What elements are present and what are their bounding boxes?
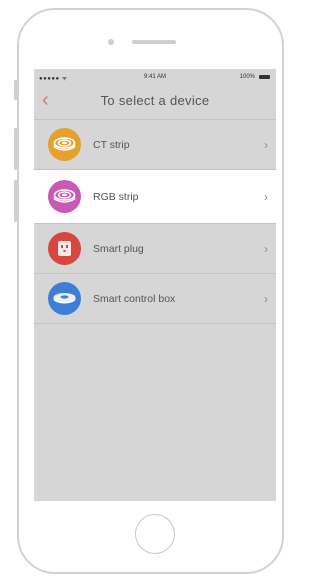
- rgb-strip-icon: [48, 179, 81, 213]
- device-label: Smart control box: [93, 292, 176, 305]
- battery-icon: [259, 75, 270, 79]
- device-label: CT strip: [93, 138, 130, 151]
- chevron-right-icon: ›: [264, 137, 268, 152]
- speaker-grille: [132, 40, 176, 44]
- page-title: To select a device: [100, 93, 210, 108]
- front-camera: [108, 39, 114, 45]
- nav-bar: ‹ To select a device: [34, 85, 276, 119]
- chevron-right-icon: ›: [264, 189, 268, 204]
- smart-plug-icon: [48, 231, 81, 265]
- chevron-right-icon: ›: [264, 241, 268, 256]
- battery-percent: 100%: [239, 74, 255, 80]
- device-item-smart-plug[interactable]: Smart plug ›: [34, 224, 276, 274]
- device-item-smart-control-box[interactable]: Smart control box ›: [34, 274, 276, 324]
- device-label: RGB strip: [93, 190, 139, 203]
- device-list: CT strip › RGB strip › Smart plug › Smar…: [34, 119, 276, 324]
- home-button[interactable]: [135, 514, 175, 554]
- device-label: Smart plug: [93, 242, 144, 255]
- device-item-rgb-strip[interactable]: RGB strip ›: [34, 170, 276, 224]
- status-bar: ●●●●● ᯤ 9:41 AM 100%: [34, 69, 276, 85]
- chevron-right-icon: ›: [264, 291, 268, 306]
- smart-control-box-icon: [48, 281, 81, 315]
- ct-strip-icon: [48, 127, 81, 161]
- device-item-ct-strip[interactable]: CT strip ›: [34, 120, 276, 170]
- app-screen: ●●●●● ᯤ 9:41 AM 100% ‹ To select a devic…: [34, 69, 276, 501]
